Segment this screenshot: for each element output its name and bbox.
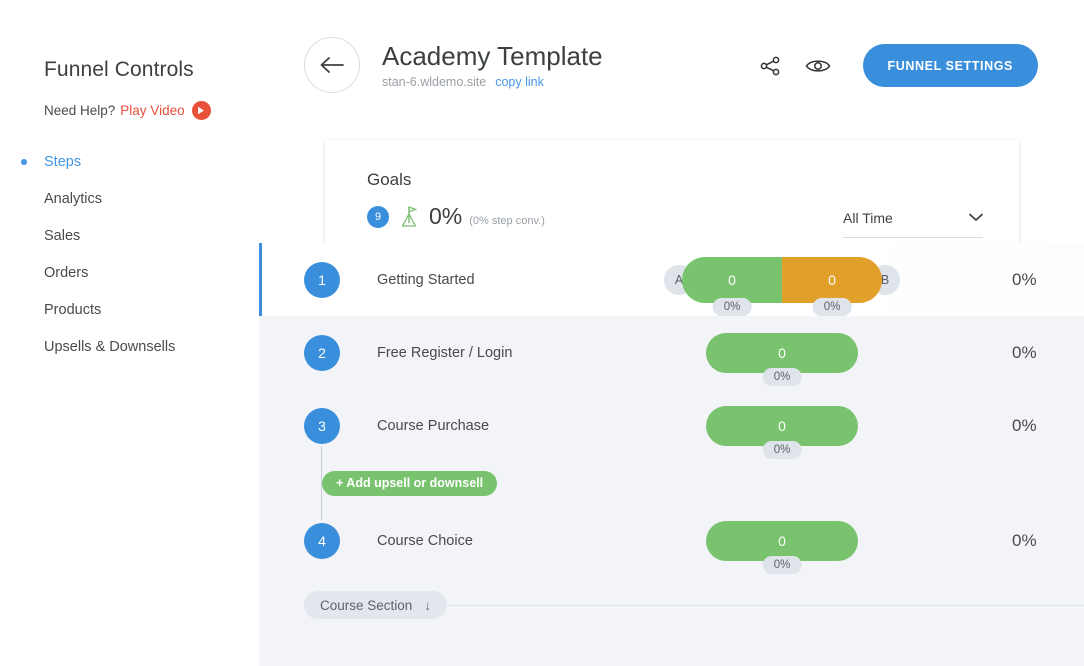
active-dot-icon [21,158,27,165]
main-content: Academy Template stan-6.wldemo.site copy… [259,0,1084,666]
subtitle-row: stan-6.wldemo.site copy link [382,75,757,89]
course-section-pill[interactable]: Course Section ↓ [304,591,448,619]
header-actions: FUNNEL SETTINGS [757,44,1038,87]
step-count: 0 [778,417,786,434]
sidebar-item-label: Orders [44,264,89,281]
sidebar-title: Funnel Controls [44,58,194,81]
step-count-bar[interactable]: 0 0% [706,520,858,574]
variant-a-segment[interactable]: 0 0% [682,256,782,316]
step-number-badge[interactable]: 1 [304,261,340,298]
need-help-row: Need Help? Play Video [44,101,259,120]
back-button[interactable] [304,36,360,93]
goal-percent: 0% [429,203,463,229]
step-count-bar[interactable]: 0 0% [706,332,858,386]
step-metric-bar: 0 0% [632,520,932,574]
play-video-link[interactable]: Play Video [120,103,184,118]
section-divider-row: Course Section ↓ [259,577,1084,633]
step-bar-percent: 0% [762,555,802,574]
goal-flag-icon [400,205,420,229]
sidebar-item-label: Sales [44,227,81,244]
step-number-badge[interactable]: 4 [304,522,340,559]
share-icon[interactable] [757,53,783,79]
funnel-settings-button[interactable]: FUNNEL SETTINGS [862,44,1038,87]
step-metric-bar: 0 0% [632,405,932,459]
step-number-badge[interactable]: 2 [304,334,340,371]
steps-list: 1 Getting Started A 0 0% 0 0% B 0% 2 Fre… [259,243,1084,633]
variant-b-percent: 0% [812,297,852,316]
goal-count-badge: 9 [367,205,389,228]
section-divider-line [443,604,1084,606]
step-metric-bar: 0 0% [632,332,932,386]
step-conversion-percent: 0% [1012,269,1037,289]
variant-b-segment[interactable]: 0 0% [782,256,882,316]
course-section-label: Course Section [320,597,413,613]
copy-link-button[interactable]: copy link [495,75,544,89]
sidebar-item-products[interactable]: Products [44,291,259,328]
sidebar-item-label: Upsells & Downsells [44,338,176,355]
page-title: Academy Template [382,41,603,71]
sidebar-item-sales[interactable]: Sales [44,217,259,254]
step-conversion-percent: 0% [1012,415,1037,435]
step-number-badge[interactable]: 3 [304,407,340,444]
variant-a-percent: 0% [712,297,752,316]
step-metric-bar: A 0 0% 0 0% B [632,256,932,316]
eye-icon[interactable] [805,53,831,79]
sidebar-item-label: Products [44,301,102,318]
upsell-row: + Add upsell or downsell [259,446,1084,520]
time-range-select[interactable]: All Time [843,198,983,238]
goals-metric-row: 9 0% (0% step conv.) [367,203,545,230]
play-circle-icon[interactable] [191,101,211,120]
step-name[interactable]: Course Choice [377,533,632,549]
page-header: Academy Template stan-6.wldemo.site copy… [259,0,1084,125]
step-count-bar[interactable]: 0 0% [706,405,858,459]
ab-split-bar: A 0 0% 0 0% B [664,256,900,316]
chevron-down-icon [969,213,983,221]
time-range-value: All Time [843,209,893,226]
goal-step-conversion: (0% step conv.) [469,215,545,227]
table-row[interactable]: 3 Course Purchase 0 0% 0% [259,389,1084,462]
table-row[interactable]: 2 Free Register / Login 0 0% 0% [259,316,1084,389]
sidebar-item-analytics[interactable]: Analytics [44,180,259,217]
sidebar-item-label: Steps [44,153,82,170]
step-bar-percent: 0% [762,367,802,386]
variant-b-count: 0 [828,271,836,288]
step-name[interactable]: Course Purchase [377,418,632,434]
need-help-label: Need Help? [44,103,116,118]
sidebar-item-label: Analytics [44,190,103,207]
arrow-left-icon [320,56,344,73]
variant-a-count: 0 [728,271,736,288]
add-upsell-button[interactable]: + Add upsell or downsell [322,470,498,496]
step-bar-percent: 0% [762,440,802,459]
goals-label: Goals [367,170,412,189]
funnel-builder-page: Funnel Controls Need Help? Play Video St… [0,0,1084,666]
funnel-domain: stan-6.wldemo.site [382,75,487,89]
step-count: 0 [778,344,786,361]
step-name[interactable]: Free Register / Login [377,345,632,361]
step-conversion-percent: 0% [1012,530,1037,550]
sidebar-item-steps[interactable]: Steps [21,143,259,180]
title-block: Academy Template stan-6.wldemo.site copy… [382,40,757,89]
sidebar-item-orders[interactable]: Orders [44,254,259,291]
table-row[interactable]: 4 Course Choice 0 0% 0% [259,504,1084,577]
sidebar-item-upsells-downsells[interactable]: Upsells & Downsells [44,328,259,365]
arrow-down-icon: ↓ [424,597,432,613]
step-count: 0 [778,532,786,549]
table-row[interactable]: 1 Getting Started A 0 0% 0 0% B 0% [259,243,1084,316]
step-conversion-percent: 0% [1012,342,1037,362]
sidebar: Funnel Controls Need Help? Play Video St… [0,0,259,666]
step-name[interactable]: Getting Started [377,272,632,288]
sidebar-nav: Steps Analytics Sales Orders Products Up… [21,143,259,365]
